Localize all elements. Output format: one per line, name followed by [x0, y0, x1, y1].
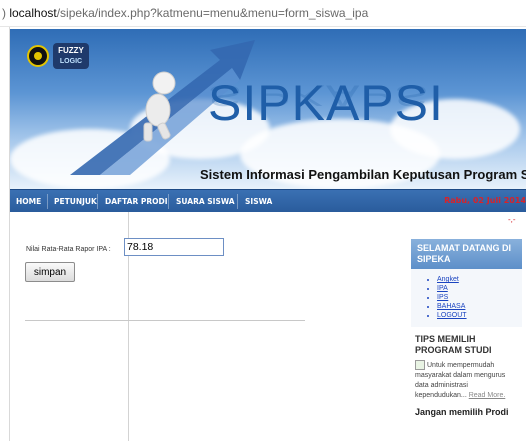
divider-horizontal	[25, 320, 305, 321]
tips-text: Untuk mempermudah masyarakat dalam mengu…	[411, 356, 522, 401]
browser-address-bar[interactable]: ) localhost/sipeka/index.php?katmenu=men…	[0, 0, 526, 27]
nav-daftar-prodi[interactable]: DAFTAR PRODI	[105, 190, 168, 213]
url-prefix: )	[2, 6, 6, 20]
nilai-ipa-input[interactable]	[124, 238, 224, 256]
site-title-reflection: SIPKAPSI	[208, 78, 444, 113]
sidebar-link-ipa[interactable]: IPA	[437, 284, 518, 293]
site-subtitle: Sistem Informasi Pengambilan Keputusan P…	[200, 167, 526, 182]
fuzzy-logic-logo: FUZZY LOGIC	[53, 43, 89, 69]
nav-petunjuk[interactable]: PETUNJUK	[54, 190, 97, 213]
sidebar-link-bahasa[interactable]: BAHASA	[437, 302, 518, 311]
sidebar: SELAMAT DATANG DI SIPEKA Angket IPA IPS …	[411, 239, 522, 441]
logo-text-1: FUZZY	[58, 46, 84, 55]
next-article-title[interactable]: Jangan memilih Prodi	[411, 407, 522, 417]
site-banner: FUZZY LOGIC SIPKAPSI SIPKAPSI Sistem Inf…	[10, 29, 526, 189]
url-path: /sipeka/index.php?katmenu=menu&menu=form…	[56, 6, 369, 20]
url-host: localhost	[9, 6, 57, 20]
read-more-link[interactable]: Read More.	[469, 392, 506, 399]
main-nav: HOME PETUNJUK DAFTAR PRODI SUARA SISWA S…	[10, 189, 526, 212]
welcome-panel-title: SELAMAT DATANG DI SIPEKA	[411, 239, 522, 269]
nav-siswa[interactable]: SISWA	[245, 190, 272, 213]
school-logo-icon	[27, 45, 49, 67]
main-content: Nilai Rata-Rata Rapor IPA : simpan	[10, 212, 410, 441]
logo-text-2: LOGIC	[59, 58, 83, 65]
nilai-ipa-label: Nilai Rata-Rata Rapor IPA :	[26, 246, 111, 253]
current-date: Rabu, 02 Juli 2014	[444, 196, 526, 205]
tips-title: TIPS MEMILIH PROGRAM STUDI	[415, 334, 492, 355]
sidebar-link-ips[interactable]: IPS	[437, 293, 518, 302]
welcome-panel: Angket IPA IPS BAHASA LOGOUT	[411, 269, 522, 327]
broken-image-icon	[415, 360, 425, 370]
nav-suara-siswa[interactable]: SUARA SISWA	[176, 190, 235, 213]
sidebar-link-logout[interactable]: LOGOUT	[437, 311, 518, 320]
corner-mark: -,-	[508, 215, 516, 224]
nav-home[interactable]: HOME	[16, 190, 41, 213]
simpan-button[interactable]: simpan	[25, 262, 75, 282]
sidebar-link-angket[interactable]: Angket	[437, 275, 518, 284]
